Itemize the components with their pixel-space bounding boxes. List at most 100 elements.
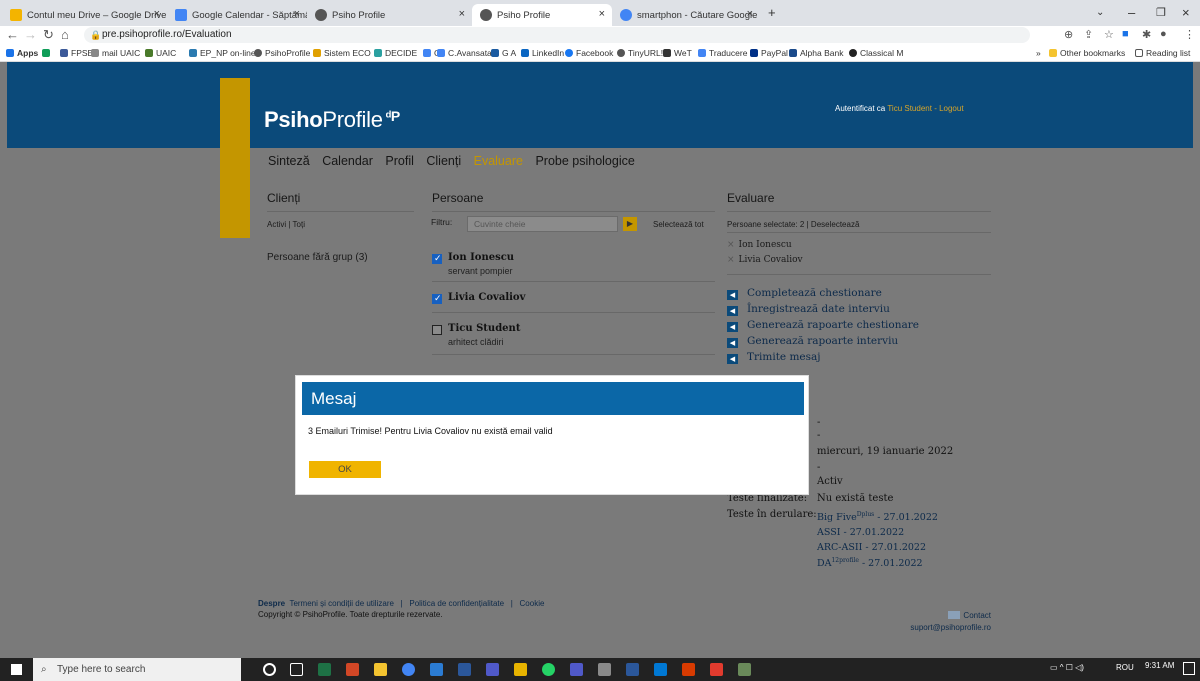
remove-icon[interactable]: × bbox=[727, 240, 735, 250]
menu-profil[interactable]: Profil bbox=[385, 154, 413, 168]
browser-tab[interactable]: Psiho Profile × bbox=[307, 4, 472, 26]
back-icon[interactable]: ← bbox=[6, 27, 19, 42]
close-tab-icon[interactable]: × bbox=[154, 8, 160, 20]
close-tab-icon[interactable]: × bbox=[747, 8, 753, 20]
deselect-link[interactable]: | Deselectează bbox=[807, 220, 860, 229]
chrome-menu-icon[interactable]: ⋮ bbox=[1184, 28, 1195, 41]
filter-active-link[interactable]: Activi bbox=[267, 220, 286, 229]
action-send-message[interactable]: ◀ Trimite mesaj bbox=[727, 351, 821, 364]
maximize-icon[interactable]: ❐ bbox=[1156, 6, 1166, 19]
action-questionnaire-reports[interactable]: ◀ Generează rapoarte chestionare bbox=[727, 319, 919, 332]
browser-tab[interactable]: Contul meu Drive – Google Drive × bbox=[2, 4, 167, 26]
bookmark-sistem-eco[interactable]: Sistem ECO bbox=[313, 48, 371, 58]
group-no-group[interactable]: Persoane fără grup (3) bbox=[267, 252, 368, 263]
bookmark-drive[interactable] bbox=[42, 48, 53, 58]
close-tab-icon[interactable]: × bbox=[599, 8, 605, 20]
taskbar-search-input[interactable]: ⌕ Type here to search bbox=[33, 658, 241, 681]
notification-icons[interactable]: ▭ ^ ☐ ◁) bbox=[1050, 663, 1084, 672]
tab-search-icon[interactable]: ⌄ bbox=[1096, 7, 1104, 18]
remove-icon[interactable]: × bbox=[727, 255, 735, 265]
word-icon[interactable] bbox=[458, 663, 471, 676]
bookmark-ga[interactable]: G A bbox=[491, 48, 516, 58]
menu-clienti[interactable]: Clienți bbox=[426, 154, 461, 168]
file-explorer-icon[interactable] bbox=[374, 663, 387, 676]
support-email-link[interactable]: suport@psihoprofile.ro bbox=[910, 623, 991, 632]
task-view-icon[interactable] bbox=[290, 663, 303, 676]
person-checkbox[interactable] bbox=[432, 325, 442, 335]
action-complete-questionnaires[interactable]: ◀ Completează chestionare bbox=[727, 287, 882, 300]
bookmark-psihoprofile[interactable]: PsihoProfile bbox=[254, 48, 310, 58]
bookmark-facebook[interactable]: Facebook bbox=[565, 48, 613, 58]
footer-cookie-link[interactable]: Cookie bbox=[520, 599, 545, 608]
person-checkbox[interactable] bbox=[432, 253, 442, 264]
menu-calendar[interactable]: Calendar bbox=[322, 154, 373, 168]
calculator-icon[interactable] bbox=[598, 663, 611, 676]
person-checkbox[interactable] bbox=[432, 293, 442, 304]
menu-evaluare[interactable]: Evaluare bbox=[474, 154, 523, 168]
browser-tab-active[interactable]: Psiho Profile × bbox=[472, 4, 612, 26]
running-test-link[interactable]: DA12profile - 27.01.2022 bbox=[817, 557, 923, 569]
close-window-icon[interactable]: × bbox=[1182, 5, 1190, 20]
user-link[interactable]: Ticu Student bbox=[887, 104, 932, 113]
profile-avatar[interactable]: ● bbox=[1160, 28, 1167, 40]
close-tab-icon[interactable]: × bbox=[294, 8, 300, 20]
reload-icon[interactable]: ↻ bbox=[43, 27, 54, 43]
paint-icon[interactable] bbox=[738, 663, 751, 676]
forward-icon[interactable]: → bbox=[24, 27, 37, 42]
filter-all-link[interactable]: | Toți bbox=[288, 220, 305, 229]
extension-icon[interactable]: ■ bbox=[1122, 28, 1129, 40]
zoom-icon[interactable]: ⊕ bbox=[1064, 28, 1073, 41]
bookmark-uaic[interactable]: UAIC bbox=[145, 48, 176, 58]
select-all-link[interactable]: Selectează tot bbox=[653, 220, 704, 229]
bookmark-traducere[interactable]: Traducere bbox=[698, 48, 747, 58]
settings-icon[interactable] bbox=[654, 663, 667, 676]
windows-start-icon[interactable] bbox=[11, 664, 22, 675]
extensions-puzzle-icon[interactable]: ✱ bbox=[1142, 28, 1151, 41]
bookmark-apps[interactable]: Apps bbox=[6, 48, 38, 58]
running-test-link[interactable]: Big FiveDplus - 27.01.2022 bbox=[817, 511, 938, 523]
contact-link[interactable]: Contact bbox=[910, 611, 991, 620]
bookmarks-overflow-icon[interactable]: » bbox=[1036, 48, 1041, 58]
word-icon[interactable] bbox=[626, 663, 639, 676]
chrome-icon[interactable] bbox=[402, 663, 415, 676]
whatsapp-icon[interactable] bbox=[542, 663, 555, 676]
sticky-notes-icon[interactable] bbox=[514, 663, 527, 676]
teams-icon[interactable] bbox=[570, 663, 583, 676]
bookmark-tinyurl[interactable]: TinyURL! bbox=[617, 48, 663, 58]
teams-icon[interactable] bbox=[486, 663, 499, 676]
bookmark-reading-list[interactable]: Reading list bbox=[1135, 48, 1190, 58]
home-icon[interactable]: ⌂ bbox=[61, 27, 69, 42]
powerpoint-icon[interactable] bbox=[346, 663, 359, 676]
footer-about-link[interactable]: Despre bbox=[258, 599, 285, 608]
action-center-icon[interactable] bbox=[1183, 662, 1195, 675]
site-logo[interactable]: PsihoProfile ᵈP bbox=[264, 107, 400, 133]
action-record-interview[interactable]: ◀ Înregistrează date interviu bbox=[727, 303, 890, 316]
running-test-link[interactable]: ASSI - 27.01.2022 bbox=[817, 527, 904, 538]
filter-go-button[interactable]: ▶ bbox=[623, 217, 637, 231]
bookmark-classical[interactable]: Classical M bbox=[849, 48, 903, 58]
logout-link[interactable]: - Logout bbox=[934, 104, 963, 113]
keyword-search-input[interactable]: Cuvinte cheie bbox=[467, 216, 618, 232]
close-tab-icon[interactable]: × bbox=[459, 8, 465, 20]
menu-sinteza[interactable]: Sinteză bbox=[268, 154, 310, 168]
bookmark-star-icon[interactable]: ☆ bbox=[1104, 28, 1114, 41]
bookmark-fpse[interactable]: FPSE bbox=[60, 48, 93, 58]
bookmark-alpha-bank[interactable]: Alpha Bank bbox=[789, 48, 843, 58]
bookmark-paypal[interactable]: PayPal bbox=[750, 48, 788, 58]
minimize-icon[interactable]: – bbox=[1128, 5, 1135, 20]
app-icon[interactable] bbox=[682, 663, 695, 676]
cortana-icon[interactable] bbox=[263, 663, 276, 676]
share-icon[interactable]: ⇪ bbox=[1084, 28, 1093, 41]
footer-terms-link[interactable]: Termeni și condiții de utilizare bbox=[289, 599, 394, 608]
excel-icon[interactable] bbox=[318, 663, 331, 676]
bookmark-wet[interactable]: WeT bbox=[663, 48, 692, 58]
action-interview-reports[interactable]: ◀ Generează rapoarte interviu bbox=[727, 335, 898, 348]
ok-button[interactable]: OK bbox=[309, 461, 381, 478]
browser-tab[interactable]: Google Calendar - Săptămâna 2× bbox=[167, 4, 307, 26]
language-indicator[interactable]: ROU bbox=[1116, 663, 1134, 672]
footer-privacy-link[interactable]: Politica de confidențialitate bbox=[409, 599, 504, 608]
acrobat-icon[interactable] bbox=[710, 663, 723, 676]
bookmark-ep-np[interactable]: EP_NP on-line bbox=[189, 48, 256, 58]
outlook-icon[interactable] bbox=[430, 663, 443, 676]
menu-probe[interactable]: Probe psihologice bbox=[535, 154, 634, 168]
